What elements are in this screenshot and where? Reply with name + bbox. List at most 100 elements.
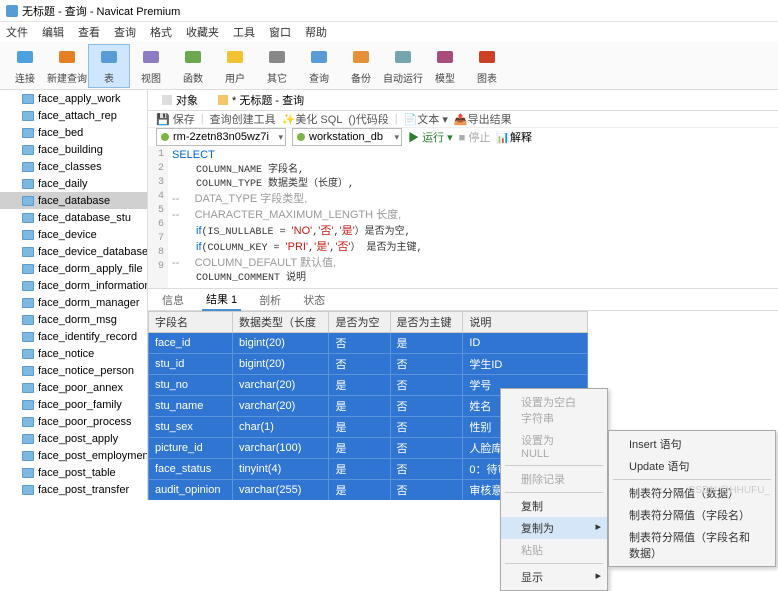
table-icon (22, 434, 34, 444)
toolbar-其它[interactable]: 其它 (256, 44, 298, 88)
toolbar-备份[interactable]: 备份 (340, 44, 382, 88)
menu-help[interactable]: 帮助 (305, 24, 327, 40)
app-icon (6, 5, 18, 17)
grid-header[interactable]: 数据类型（长度 (233, 312, 329, 333)
table-face_bed[interactable]: face_bed (0, 124, 147, 141)
text-button[interactable]: 📄文本 ▾ (404, 111, 448, 127)
table-face_identify_record[interactable]: face_identify_record (0, 328, 147, 345)
menu-tools[interactable]: 工具 (233, 24, 255, 40)
submenu-update[interactable]: Update 语句 (609, 455, 775, 477)
beautify-button[interactable]: ✨美化 SQL (282, 111, 343, 127)
table-row[interactable]: stu_idbigint(20)否否学生ID (149, 354, 588, 375)
toolbar-模型[interactable]: 模型 (424, 44, 466, 88)
toolbar-表[interactable]: 表 (88, 44, 130, 88)
table-face_apply_work[interactable]: face_apply_work (0, 90, 147, 107)
menu-format[interactable]: 格式 (150, 24, 172, 40)
table-face_dorm_apply_file[interactable]: face_dorm_apply_file (0, 260, 147, 277)
table-icon (22, 264, 34, 274)
table-face_classes[interactable]: face_classes (0, 158, 147, 175)
table-face_notice[interactable]: face_notice (0, 345, 147, 362)
submenu-tab-fields[interactable]: 制表符分隔值（字段名） (609, 504, 775, 526)
result-tabs: 信息 结果 1 剖析 状态 (148, 289, 778, 311)
table-icon (22, 179, 34, 189)
table-face_poor_family[interactable]: face_poor_family (0, 396, 147, 413)
server-combo[interactable]: rm-2zetn83n05wz7i (156, 128, 286, 146)
table-face_post_table[interactable]: face_post_table (0, 464, 147, 481)
table-face_dorm_manager[interactable]: face_dorm_manager (0, 294, 147, 311)
tab-status[interactable]: 状态 (299, 290, 329, 310)
menu-fav[interactable]: 收藏夹 (186, 24, 219, 40)
table-icon (22, 400, 34, 410)
database-combo[interactable]: workstation_db (292, 128, 402, 146)
table-icon (22, 366, 34, 376)
table-face_notice_person[interactable]: face_notice_person (0, 362, 147, 379)
table-face_dorm_information[interactable]: face_dorm_information (0, 277, 147, 294)
grid-header[interactable]: 是否为主键 (390, 312, 463, 333)
menu-paste: 粘贴 (501, 539, 607, 561)
table-face_post_transfer[interactable]: face_post_transfer (0, 481, 147, 498)
menu-window[interactable]: 窗口 (269, 24, 291, 40)
menu-edit[interactable]: 编辑 (42, 24, 64, 40)
toolbar-视图[interactable]: 视图 (130, 44, 172, 88)
table-icon (22, 451, 34, 461)
table-face_post_employment[interactable]: face_post_employment (0, 447, 147, 464)
table-face_device_database[interactable]: face_device_database (0, 243, 147, 260)
menubar: 文件 编辑 查看 查询 格式 收藏夹 工具 窗口 帮助 (0, 22, 778, 42)
submenu-insert[interactable]: Insert 语句 (609, 433, 775, 455)
explain-button[interactable]: 📊解释 (496, 129, 532, 145)
toolbar-用户[interactable]: 用户 (214, 44, 256, 88)
table-face_database[interactable]: face_database (0, 192, 147, 209)
sql-editor[interactable]: 123456789 SELECT COLUMN_NAME 字段名, COLUMN… (148, 146, 778, 289)
tab-info[interactable]: 信息 (158, 290, 188, 310)
export-button[interactable]: 📤导出结果 (454, 111, 512, 127)
table-icon (22, 247, 34, 257)
code-area[interactable]: SELECT COLUMN_NAME 字段名, COLUMN_TYPE 数据类型… (168, 146, 778, 288)
table-face_poor_annex[interactable]: face_poor_annex (0, 379, 147, 396)
table-icon (22, 485, 34, 495)
run-button[interactable]: ▶ 运行 ▾ (408, 129, 453, 145)
toolbar-函数[interactable]: 函数 (172, 44, 214, 88)
tab-query[interactable]: * 无标题 - 查询 (212, 90, 310, 110)
tab-analyze[interactable]: 剖析 (255, 290, 285, 310)
table-face_device[interactable]: face_device (0, 226, 147, 243)
menu-view[interactable]: 查看 (78, 24, 100, 40)
toolbar: 连接新建查询表视图函数用户其它查询备份自动运行模型图表 (0, 42, 778, 90)
table-icon (22, 213, 34, 223)
table-icon (22, 332, 34, 342)
menu-query[interactable]: 查询 (114, 24, 136, 40)
sub-toolbar: 💾 保存 | 查询创建工具 ✨美化 SQL ()代码段 | 📄文本 ▾ 📤导出结… (148, 111, 778, 128)
context-submenu[interactable]: Insert 语句 Update 语句 制表符分隔值（数据） 制表符分隔值（字段… (608, 430, 776, 567)
menu-copy-as[interactable]: 复制为 (501, 517, 607, 539)
menu-set-blank: 设置为空白字符串 (501, 391, 607, 429)
toolbar-连接[interactable]: 连接 (4, 44, 46, 88)
table-face_poor_process[interactable]: face_poor_process (0, 413, 147, 430)
sidebar[interactable]: face_apply_workface_attach_repface_bedfa… (0, 90, 148, 500)
table-icon (22, 417, 34, 427)
context-menu[interactable]: 设置为空白字符串 设置为 NULL 删除记录 复制 复制为 粘贴 显示 (500, 388, 608, 591)
menu-copy[interactable]: 复制 (501, 495, 607, 517)
table-icon (22, 145, 34, 155)
toolbar-查询[interactable]: 查询 (298, 44, 340, 88)
tab-object[interactable]: 对象 (156, 90, 204, 110)
table-face_attach_rep[interactable]: face_attach_rep (0, 107, 147, 124)
tab-result1[interactable]: 结果 1 (202, 289, 241, 311)
menu-file[interactable]: 文件 (6, 24, 28, 40)
grid-header[interactable]: 说明 (463, 312, 588, 333)
toolbar-自动运行[interactable]: 自动运行 (382, 44, 424, 88)
table-face_daily[interactable]: face_daily (0, 175, 147, 192)
toolbar-新建查询[interactable]: 新建查询 (46, 44, 88, 88)
grid-header[interactable]: 是否为空 (329, 312, 390, 333)
table-face_post_apply[interactable]: face_post_apply (0, 430, 147, 447)
menu-display[interactable]: 显示 (501, 566, 607, 588)
table-icon (22, 281, 34, 291)
query-builder-button[interactable]: 查询创建工具 (210, 111, 276, 127)
table-face_database_stu[interactable]: face_database_stu (0, 209, 147, 226)
code-snippet-button[interactable]: ()代码段 (348, 111, 388, 127)
save-button[interactable]: 💾 保存 (156, 111, 195, 127)
grid-header[interactable]: 字段名 (149, 312, 233, 333)
table-row[interactable]: face_idbigint(20)否是ID (149, 333, 588, 354)
table-face_building[interactable]: face_building (0, 141, 147, 158)
submenu-tab-both[interactable]: 制表符分隔值（字段名和数据） (609, 526, 775, 564)
table-face_dorm_msg[interactable]: face_dorm_msg (0, 311, 147, 328)
toolbar-图表[interactable]: 图表 (466, 44, 508, 88)
